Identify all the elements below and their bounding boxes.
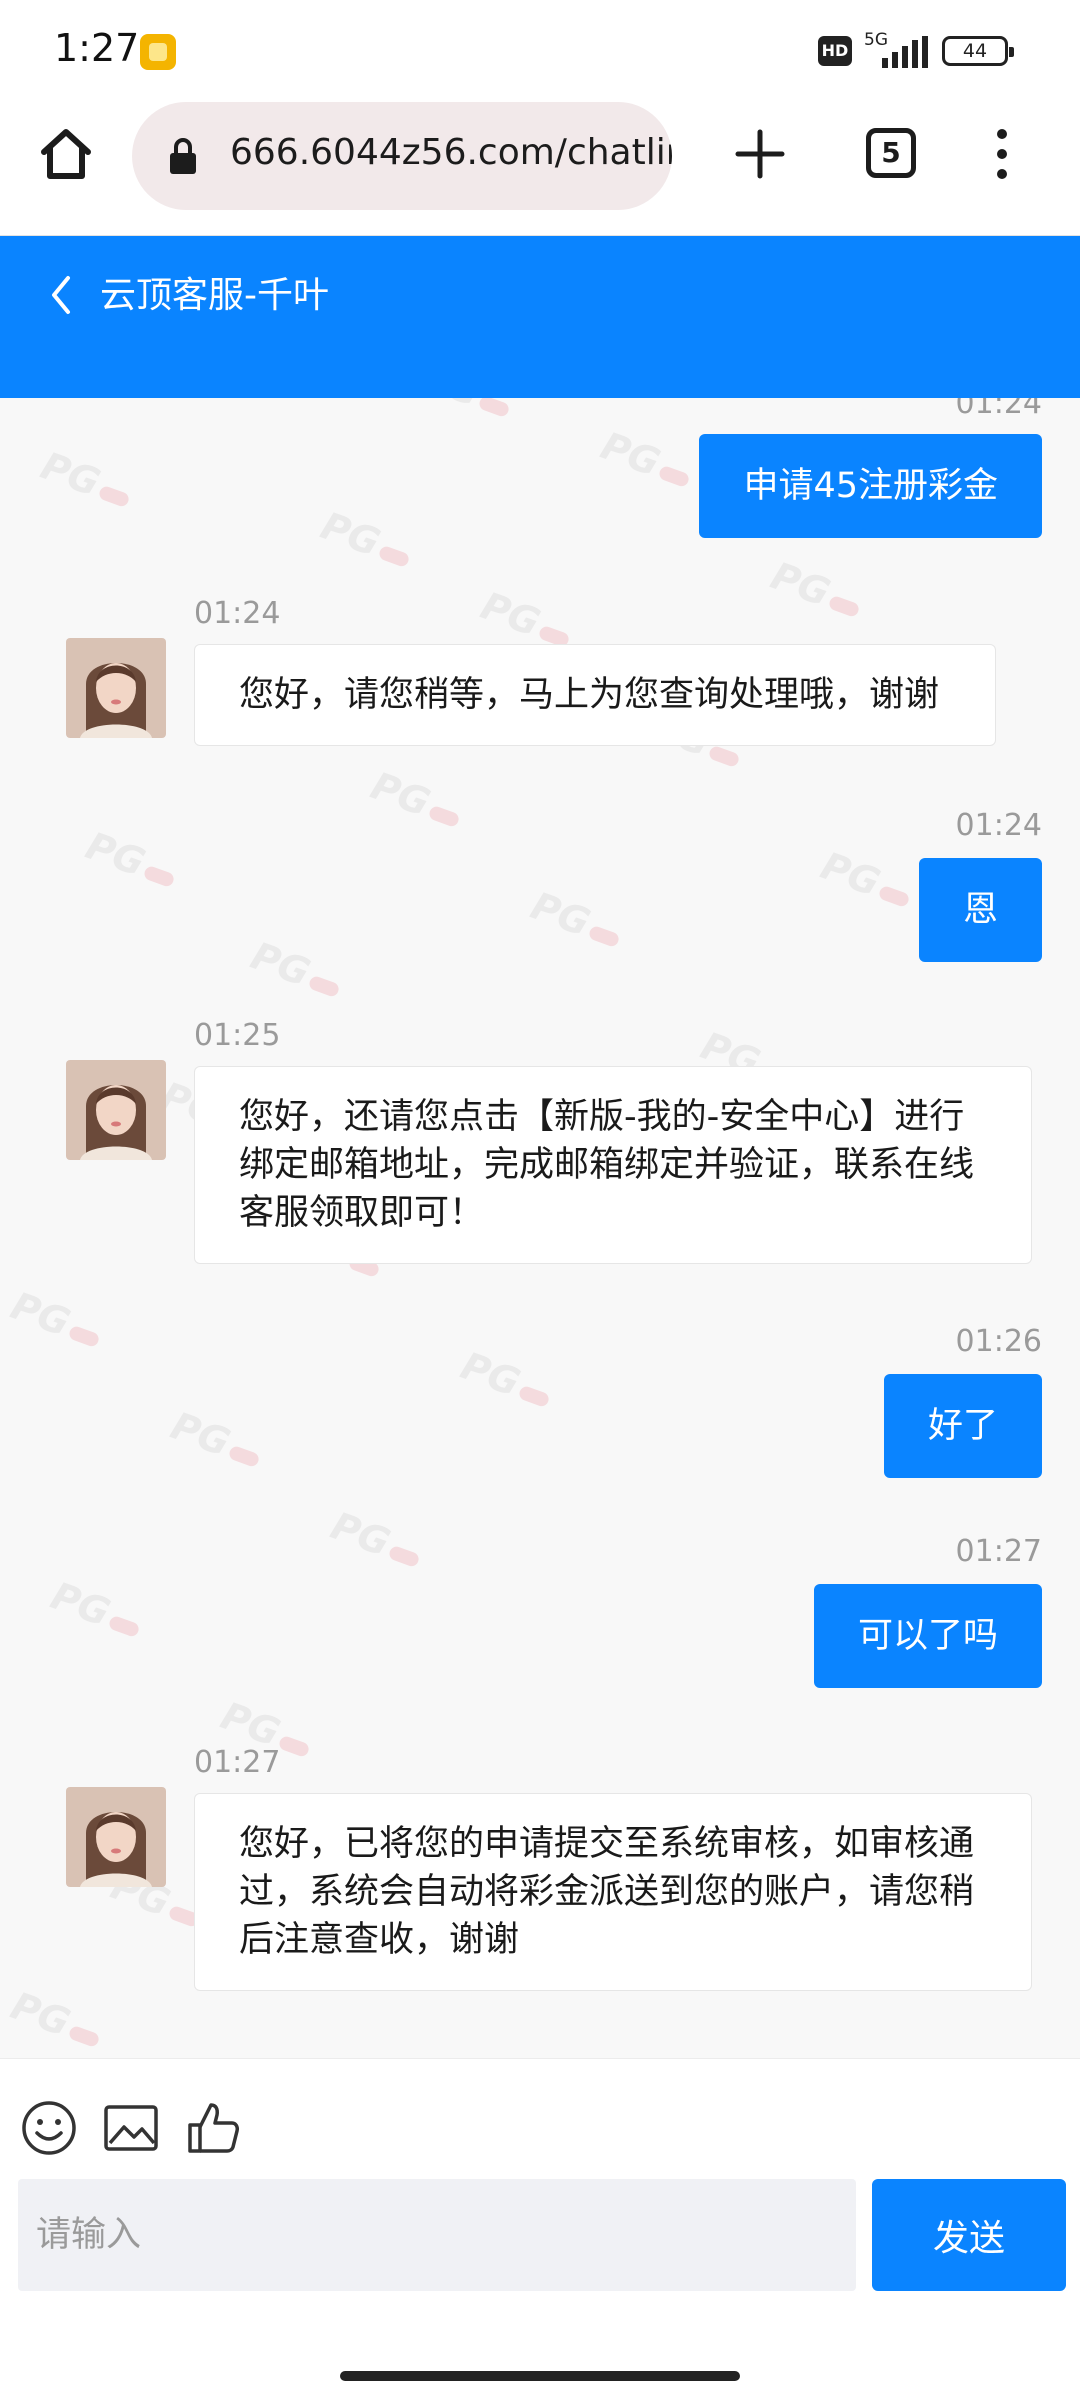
message-time: 01:26: [955, 1324, 1042, 1359]
incoming-message[interactable]: 您好，还请您点击【新版-我的-安全中心】进行绑定邮箱地址，完成邮箱绑定并验证，联…: [194, 1066, 1032, 1264]
watermark: PG: [455, 1343, 557, 1416]
thumbs-up-icon[interactable]: [184, 2099, 242, 2157]
outgoing-message[interactable]: 好了: [883, 1374, 1042, 1478]
more-options-icon[interactable]: [990, 124, 1014, 184]
message-time: 01:24: [194, 596, 281, 631]
home-gesture-bar[interactable]: [340, 2371, 740, 2381]
chat-title: 云顶客服-千叶: [100, 275, 329, 316]
browser-toolbar: 666.6044z56.com/chatlir 5: [0, 100, 1080, 236]
watermark: PG: [595, 423, 697, 496]
watermark: PG: [315, 503, 417, 576]
send-button[interactable]: 发送: [872, 2179, 1066, 2291]
message-time: 01:27: [955, 1534, 1042, 1569]
watermark: PG: [525, 883, 627, 956]
watermark: PG: [5, 1283, 107, 1356]
image-icon[interactable]: [102, 2099, 160, 2157]
back-arrow-icon[interactable]: [44, 270, 78, 320]
url-text: 666.6044z56.com/chatlir: [230, 132, 672, 173]
message-input[interactable]: [18, 2179, 856, 2291]
watermark: PG: [5, 1983, 107, 2056]
notification-icon: [140, 34, 176, 70]
watermark: PG: [245, 933, 347, 1006]
tab-switcher-button[interactable]: 5: [866, 128, 916, 178]
battery-icon: 44: [942, 36, 1014, 66]
watermark: PG: [35, 443, 137, 516]
watermark: PG: [765, 553, 867, 626]
new-tab-icon[interactable]: [730, 124, 790, 184]
message-time: 01:24: [955, 398, 1042, 421]
outgoing-message[interactable]: 可以了吗: [813, 1584, 1042, 1688]
chat-header: 云顶客服-千叶: [0, 236, 1080, 398]
message-time: 01:24: [955, 808, 1042, 843]
composer: 发送: [0, 2058, 1080, 2358]
incoming-message[interactable]: 您好，已将您的申请提交至系统审核，如审核通过，系统会自动将彩金派送到您的账户，请…: [194, 1793, 1032, 1991]
watermark: PG: [415, 398, 517, 427]
emoji-icon[interactable]: [20, 2099, 78, 2157]
agent-avatar: [66, 1787, 166, 1887]
watermark: PG: [80, 823, 182, 896]
message-list[interactable]: PG PG PG PG PG PG PG PG PG PG PG PG PG P…: [0, 398, 1080, 2058]
outgoing-message[interactable]: 申请45注册彩金: [699, 434, 1042, 538]
agent-avatar: [66, 638, 166, 738]
lock-icon: [170, 138, 196, 174]
status-time: 1:27: [54, 26, 140, 70]
screen: 1:27 HD 5G 44 666.6044z56.com/chatlir 5: [0, 0, 1080, 2400]
watermark: PG: [365, 763, 467, 836]
status-bar: 1:27 HD 5G 44: [0, 0, 1080, 100]
incoming-message[interactable]: 您好，请您稍等，马上为您查询处理哦，谢谢: [194, 644, 996, 746]
signal-icon: [882, 36, 928, 68]
watermark: PG: [165, 1403, 267, 1476]
watermark: PG: [45, 1573, 147, 1646]
hd-badge: HD: [818, 36, 852, 66]
outgoing-message[interactable]: 恩: [918, 858, 1042, 962]
watermark: PG: [325, 1503, 427, 1576]
agent-avatar: [66, 1060, 166, 1160]
watermark: PG: [815, 843, 917, 916]
address-bar[interactable]: 666.6044z56.com/chatlir: [132, 102, 672, 210]
home-icon[interactable]: [36, 124, 96, 184]
message-time: 01:25: [194, 1018, 281, 1053]
message-time: 01:27: [194, 1745, 281, 1780]
